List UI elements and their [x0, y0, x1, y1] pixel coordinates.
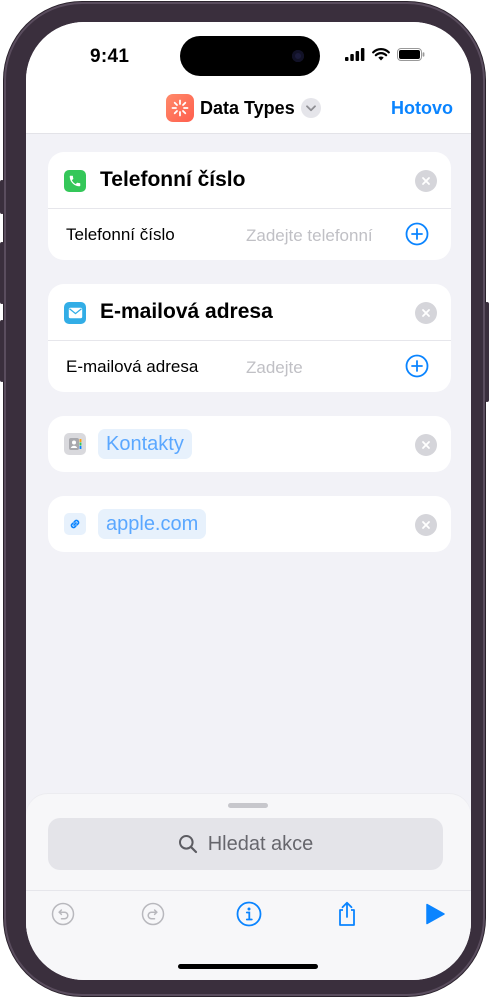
- undo-button[interactable]: [50, 901, 76, 927]
- action-parameter-row[interactable]: Telefonní číslo Zadejte telefonní: [48, 208, 451, 260]
- share-icon: [339, 901, 355, 926]
- contacts-variable-token[interactable]: Kontakty: [98, 429, 192, 459]
- url-variable-token[interactable]: apple.com: [98, 509, 207, 539]
- run-shortcut-button[interactable]: [422, 901, 448, 927]
- cellular-signal-icon: [345, 48, 365, 61]
- close-icon: [422, 521, 430, 529]
- sheet-grabber[interactable]: [228, 803, 268, 808]
- add-circle-icon[interactable]: [405, 222, 429, 246]
- action-title: Telefonní číslo: [100, 168, 246, 191]
- email-address-action-card: E-mailová adresa E-mailová adresa Zadejt…: [48, 284, 451, 392]
- add-circle-icon[interactable]: [405, 354, 429, 378]
- editor-toolbar: [26, 890, 471, 934]
- action-button: [0, 180, 4, 214]
- play-icon: [426, 903, 445, 925]
- page-title: Data Types: [200, 97, 295, 118]
- contacts-action-card: Kontakty: [48, 416, 451, 472]
- camera-icon: [292, 50, 304, 62]
- shortcut-title-menu[interactable]: Data Types: [166, 94, 321, 122]
- action-header: E-mailová adresa: [48, 284, 451, 340]
- action-title: E-mailová adresa: [100, 300, 273, 323]
- shortcut-icon: [166, 94, 194, 122]
- status-icons: [345, 48, 425, 61]
- phone-number-action-card: Telefonní číslo Telefonní číslo Zadejte …: [48, 152, 451, 260]
- action-parameter-row[interactable]: E-mailová adresa Zadejte: [48, 340, 451, 392]
- wifi-icon: [372, 48, 390, 61]
- parameter-placeholder[interactable]: Zadejte telefonní: [246, 226, 373, 246]
- phone-frame: 9:41 Data Types Hotovo Telefonní číslo T…: [0, 2, 489, 996]
- parameter-label: E-mailová adresa: [66, 357, 199, 376]
- redo-button[interactable]: [140, 901, 166, 927]
- search-placeholder: Hledat akce: [207, 832, 314, 855]
- navigation-bar: Data Types Hotovo: [26, 92, 471, 134]
- close-icon: [422, 309, 430, 317]
- chevron-down-icon[interactable]: [300, 98, 321, 118]
- search-actions-field[interactable]: Hledat akce: [48, 818, 443, 870]
- volume-down-button: [0, 320, 4, 382]
- done-button[interactable]: Hotovo: [391, 98, 453, 119]
- volume-up-button: [0, 242, 4, 304]
- parameter-label: Telefonní číslo: [66, 225, 175, 244]
- remove-action-button[interactable]: [415, 514, 437, 536]
- action-header: Telefonní číslo: [48, 152, 451, 208]
- remove-action-button[interactable]: [415, 434, 437, 456]
- remove-action-button[interactable]: [415, 302, 437, 324]
- parameter-placeholder[interactable]: Zadejte: [246, 358, 303, 378]
- redo-icon: [141, 902, 165, 926]
- home-indicator[interactable]: [178, 964, 318, 969]
- mail-icon: [64, 302, 86, 324]
- status-bar: 9:41: [26, 22, 471, 92]
- sparkle-icon: [171, 99, 189, 117]
- phone-icon: [64, 170, 86, 192]
- share-button[interactable]: [334, 901, 360, 927]
- dynamic-island: [180, 36, 320, 76]
- status-time: 9:41: [90, 46, 130, 67]
- info-icon: [236, 901, 262, 927]
- undo-icon: [51, 902, 75, 926]
- info-button[interactable]: [236, 901, 262, 927]
- contacts-icon: [64, 433, 86, 455]
- link-icon: [64, 513, 86, 535]
- action-search-sheet: Hledat akce: [26, 794, 471, 980]
- power-button: [485, 302, 489, 402]
- close-icon: [422, 177, 430, 185]
- close-icon: [422, 441, 430, 449]
- url-action-card: apple.com: [48, 496, 451, 552]
- search-icon: [178, 835, 197, 854]
- screen: 9:41 Data Types Hotovo Telefonní číslo T…: [26, 22, 471, 980]
- remove-action-button[interactable]: [415, 170, 437, 192]
- battery-icon: [397, 48, 425, 61]
